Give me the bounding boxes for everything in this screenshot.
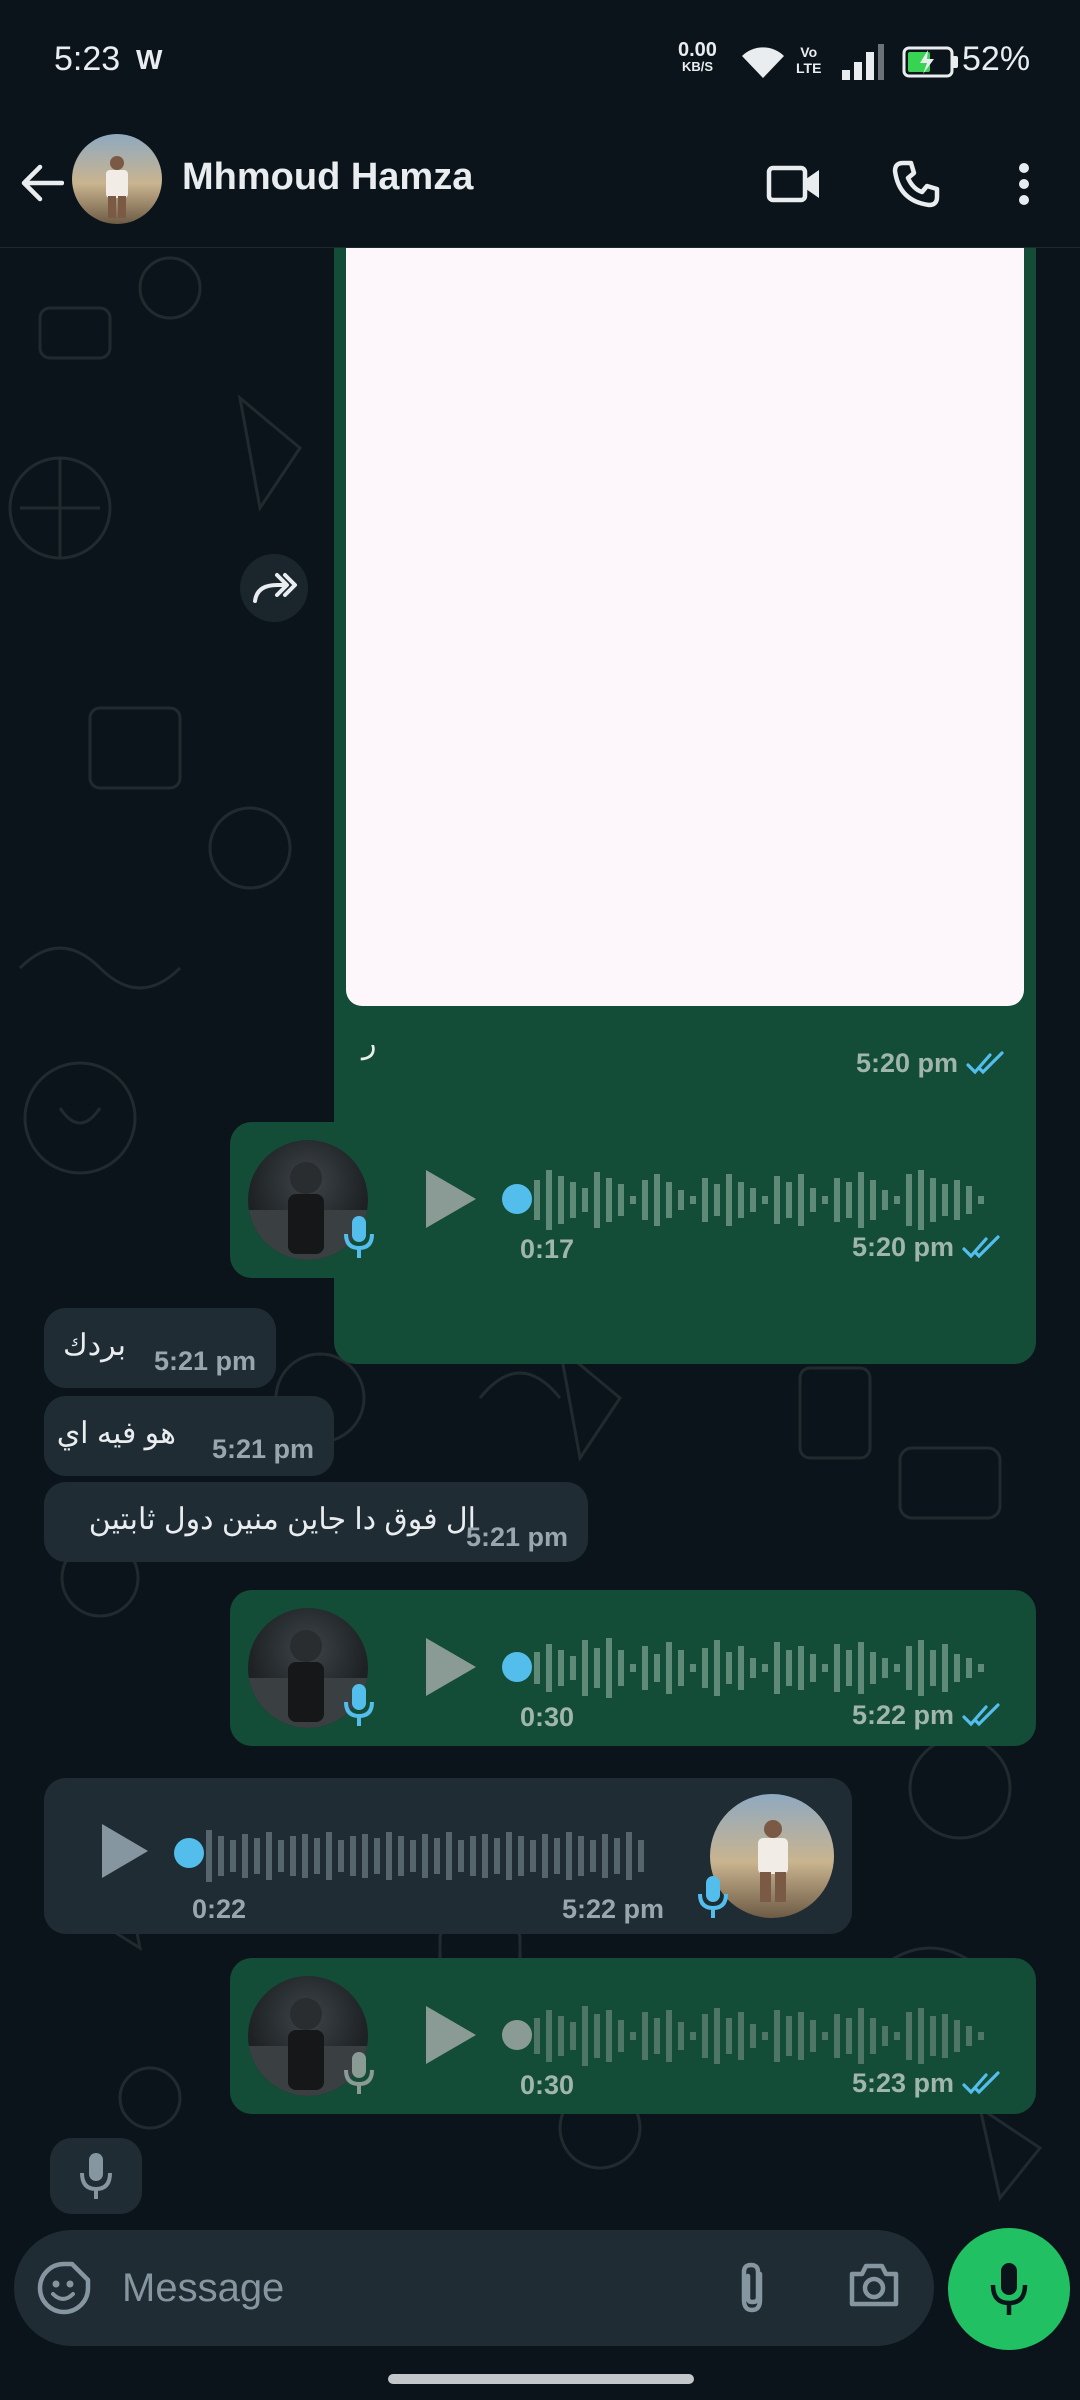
wifi-icon [740,44,786,85]
video-call-button[interactable] [758,148,830,220]
text-message[interactable]: بردك 5:21 pm [44,1308,276,1388]
message-time: 5:23 pm [852,2068,955,2098]
contact-avatar[interactable] [72,134,162,224]
back-arrow-icon [21,164,64,202]
voice-message[interactable]: 0:17 5:20 pm [230,1122,1036,1278]
play-button[interactable] [420,1634,480,1700]
message-time: 5:22 pm [852,1700,955,1730]
sticker-icon [37,2261,91,2315]
voice-message-incoming[interactable]: 0:22 5:22 pm [44,1778,852,1934]
phone-icon [892,160,940,208]
message-text: هو فيه اي [56,1417,176,1450]
text-message[interactable]: هو فيه اي 5:21 pm [44,1396,334,1476]
volte-icon: Vo LTE [796,44,821,76]
record-voice-button[interactable] [948,2228,1070,2350]
voice-duration: 0:17 [520,1234,575,1264]
message-time: 5:21 pm [466,1522,569,1552]
voice-mic-icon [344,1684,374,1726]
playback-progress-dot[interactable] [502,1652,532,1682]
waveform [206,1830,644,1882]
double-check-read-icon [962,1234,1000,1258]
network-speed-unit: KB/S [681,59,713,74]
voice-mic-icon [698,1876,728,1918]
message-text: ال فوق دا جاين منين دول ثابتين [88,1503,476,1536]
voice-mic-icon [344,1216,374,1258]
camera-button[interactable] [846,2260,902,2315]
paperclip-icon [741,2262,763,2313]
message-meta: 5:20 pm [856,1048,1006,1079]
double-check-read-icon [962,1702,1000,1726]
more-options-button[interactable] [988,148,1060,220]
voice-duration: 0:30 [520,1702,575,1732]
voice-message[interactable]: 0:30 5:23 pm [230,1958,1036,2114]
message-time: 5:21 pm [212,1434,315,1464]
battery-percent: 52% [962,40,1031,78]
voice-mic-icon [344,2052,374,2094]
text-message[interactable]: ال فوق دا جاين منين دول ثابتين 5:21 pm [44,1482,588,1562]
play-button[interactable] [96,1820,152,1882]
back-button[interactable] [14,148,70,218]
chat-area[interactable]: ر 5:20 pm 0:17 5:20 pm بردك 5:21 pm هو ف… [0,248,1080,2220]
message-meta: 5:20 pm [852,1232,1002,1263]
waveform [534,2006,984,2066]
play-button[interactable] [420,2002,480,2068]
scroll-voice-button[interactable] [50,2138,142,2214]
playback-progress-dot[interactable] [174,1838,204,1868]
voice-duration: 0:30 [520,2070,575,2100]
home-gesture-bar[interactable] [388,2374,694,2384]
mic-icon [80,2153,112,2199]
volte-top: Vo [800,44,818,60]
message-meta: 5:23 pm [852,2068,1002,2099]
app-notification-icon: W [136,44,163,75]
forward-button[interactable] [240,554,308,622]
message-text: بردك [63,1329,126,1362]
waveform [534,1638,984,1698]
double-check-read-icon [962,2070,1000,2094]
message-input[interactable] [122,2260,682,2316]
forward-icon [253,573,297,603]
double-check-read-icon [966,1050,1004,1074]
volte-bottom: LTE [796,60,822,76]
signal-icon [840,42,886,87]
image-attachment[interactable] [346,248,1024,1006]
message-meta: 5:22 pm [852,1700,1002,1731]
network-speed: 0.00 KB/S [678,40,717,74]
playback-progress-dot[interactable] [502,2020,532,2050]
waveform [534,1170,984,1230]
status-bar: 5:23 W 0.00 KB/S Vo LTE 52% [0,0,1080,120]
play-button[interactable] [420,1166,480,1232]
message-time: 5:22 pm [562,1894,665,1924]
message-time: 5:21 pm [154,1346,257,1376]
mic-icon [990,2263,1028,2315]
playback-progress-dot[interactable] [502,1184,532,1214]
image-caption: ر [362,1027,377,1060]
more-vert-icon [1019,163,1029,205]
voice-duration: 0:22 [192,1894,247,1924]
message-time: 5:20 pm [856,1048,959,1078]
attach-button[interactable] [734,2260,770,2321]
message-composer [14,2230,934,2346]
video-call-icon [766,165,819,203]
sticker-button[interactable] [36,2260,92,2321]
message-time: 5:20 pm [852,1232,955,1262]
battery-icon [902,46,960,83]
contact-name[interactable]: Mhmoud Hamza [182,156,473,199]
voice-message[interactable]: 0:30 5:22 pm [230,1590,1036,1746]
camera-icon [849,2263,899,2307]
status-time: 5:23 [54,40,121,78]
network-speed-value: 0.00 [678,39,717,61]
chat-header: Mhmoud Hamza [0,120,1080,248]
voice-call-button[interactable] [880,148,952,220]
